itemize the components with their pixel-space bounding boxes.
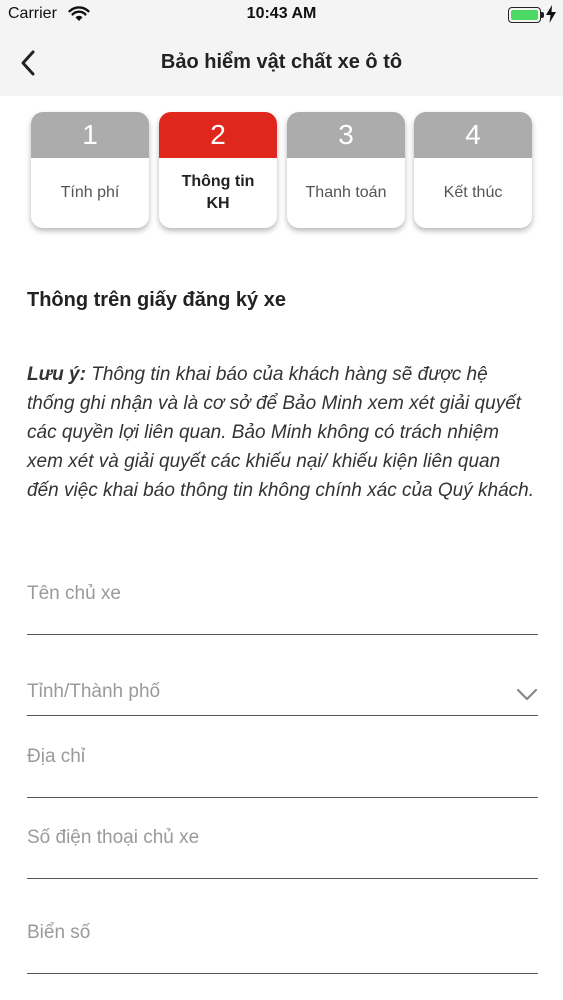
disclaimer-note: Lưu ý: Thông tin khai báo của khách hàng… (27, 360, 537, 505)
battery-fill (511, 10, 538, 20)
step-2-number: 2 (159, 112, 277, 158)
clock: 10:43 AM (246, 5, 317, 22)
step-1-number: 1 (31, 112, 149, 158)
battery-icon (508, 7, 541, 23)
step-1-label: Tính phí (60, 184, 120, 201)
province-placeholder: Tỉnh/Thành phố (27, 681, 161, 702)
nav-bar: Bảo hiểm vật chất xe ô tô (0, 30, 563, 96)
step-3[interactable]: 3 Thanh toán (287, 112, 405, 228)
owner-name-placeholder: Tên chủ xe (27, 583, 121, 604)
step-1[interactable]: 1 Tính phí (31, 112, 149, 228)
address-placeholder: Địa chỉ (27, 746, 86, 767)
license-plate-placeholder: Biển số (27, 922, 91, 943)
step-3-number: 3 (287, 112, 405, 158)
section-title: Thông trên giấy đăng ký xe (27, 289, 286, 311)
step-4[interactable]: 4 Kết thúc (414, 112, 532, 228)
owner-phone-placeholder: Số điện thoại chủ xe (27, 827, 200, 848)
step-2[interactable]: 2 Thông tin KH (159, 112, 277, 228)
owner-name-field[interactable]: Tên chủ xe (27, 578, 538, 635)
license-plate-field[interactable]: Biển số (27, 917, 538, 974)
battery-tip (541, 12, 544, 18)
owner-phone-field[interactable]: Số điện thoại chủ xe (27, 822, 538, 879)
step-4-number: 4 (414, 112, 532, 158)
page-title: Bảo hiểm vật chất xe ô tô (160, 51, 403, 73)
chevron-down-icon (516, 688, 538, 701)
step-2-label: Thông tin KH (181, 173, 255, 212)
province-select[interactable]: Tỉnh/Thành phố (27, 676, 538, 716)
step-3-label: Thanh toán (305, 184, 387, 201)
status-bar: Carrier 10:43 AM (0, 0, 563, 30)
note-label: Lưu ý: (27, 364, 86, 385)
stepper: 1 Tính phí 2 Thông tin KH 3 Thanh toán 4… (0, 96, 563, 246)
charging-icon (546, 5, 556, 23)
note-text: Thông tin khai báo của khách hàng sẽ đượ… (27, 364, 534, 501)
address-field[interactable]: Địa chỉ (27, 741, 538, 798)
step-4-label: Kết thúc (443, 184, 503, 201)
